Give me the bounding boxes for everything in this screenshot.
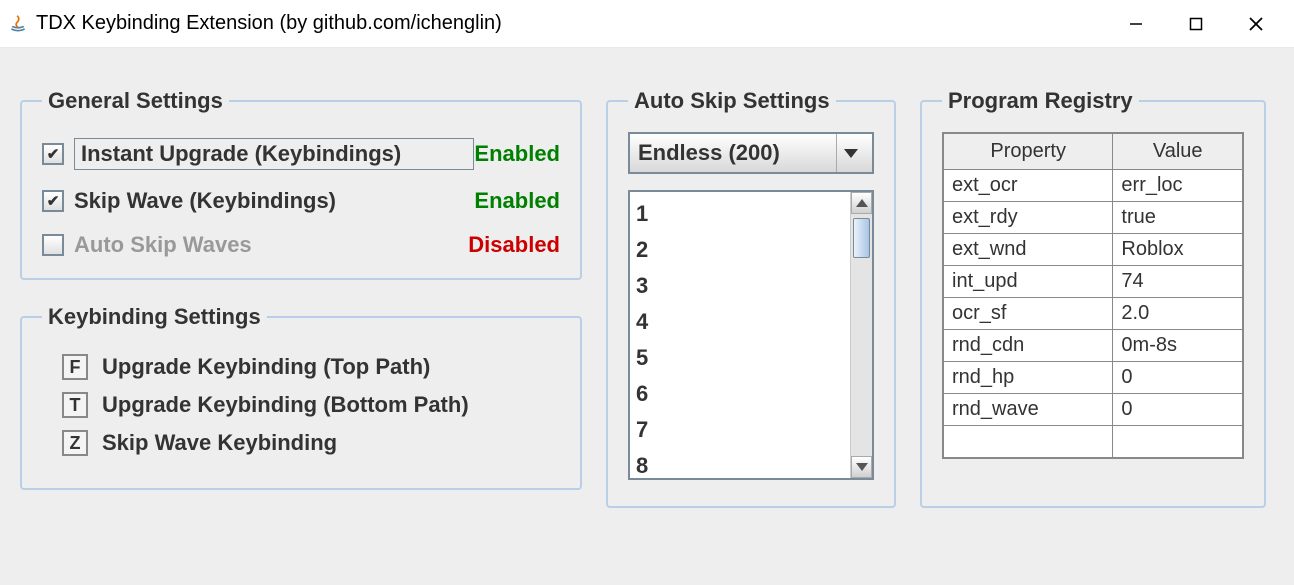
program-registry-group: Program Registry Property Value ext_ocre… [920,88,1266,508]
titlebar: TDX Keybinding Extension (by github.com/… [0,0,1294,48]
general-settings-legend: General Settings [42,88,229,114]
setting-skip-wave: Skip Wave (Keybindings) Enabled [42,188,560,214]
label-instant-upgrade[interactable]: Instant Upgrade (Keybindings) [74,138,474,170]
registry-table: Property Value ext_ocrerr_loc ext_rdytru… [942,132,1244,459]
dropdown-value: Endless (200) [638,140,836,166]
mode-dropdown[interactable]: Endless (200) [628,132,874,174]
auto-skip-legend: Auto Skip Settings [628,88,836,114]
col-property[interactable]: Property [943,133,1113,170]
status-skip-wave: Enabled [474,188,560,214]
java-icon [8,14,28,34]
scroll-track[interactable] [851,214,872,456]
scroll-up-button[interactable] [851,192,872,214]
setting-instant-upgrade: Instant Upgrade (Keybindings) Enabled [42,138,560,170]
keybinding-settings-group: Keybinding Settings F Upgrade Keybinding… [20,304,582,490]
list-item[interactable]: 6 [636,376,844,412]
scroll-thumb[interactable] [853,218,870,258]
list-item[interactable]: 5 [636,340,844,376]
checkbox-auto-skip[interactable] [42,234,64,256]
keybind-label-top: Upgrade Keybinding (Top Path) [102,354,430,380]
scrollbar[interactable] [850,192,872,478]
list-item[interactable]: 2 [636,232,844,268]
status-auto-skip: Disabled [468,232,560,258]
list-item[interactable]: 4 [636,304,844,340]
setting-auto-skip: Auto Skip Waves Disabled [42,232,560,258]
chevron-down-icon [836,134,864,172]
keybind-label-bottom: Upgrade Keybinding (Bottom Path) [102,392,469,418]
table-row[interactable]: int_upd74 [943,266,1243,298]
auto-skip-settings-group: Auto Skip Settings Endless (200) 1 2 3 4… [606,88,896,508]
key-bottom-path[interactable]: T [62,392,88,418]
keybind-top-path: F Upgrade Keybinding (Top Path) [42,354,560,380]
table-row[interactable]: rnd_hp0 [943,362,1243,394]
table-row[interactable]: ext_rdytrue [943,202,1243,234]
minimize-button[interactable] [1106,4,1166,44]
scroll-down-button[interactable] [851,456,872,478]
list-item[interactable]: 7 [636,412,844,448]
list-items: 1 2 3 4 5 6 7 8 [630,192,850,478]
table-row[interactable]: ext_ocrerr_loc [943,170,1243,202]
table-row[interactable]: rnd_cdn0m-8s [943,330,1243,362]
keybind-skip-wave: Z Skip Wave Keybinding [42,430,560,456]
general-settings-group: General Settings Instant Upgrade (Keybin… [20,88,582,280]
keybind-bottom-path: T Upgrade Keybinding (Bottom Path) [42,392,560,418]
list-item[interactable]: 8 [636,448,844,478]
key-top-path[interactable]: F [62,354,88,380]
table-row[interactable]: ocr_sf2.0 [943,298,1243,330]
col-value[interactable]: Value [1113,133,1243,170]
keybind-label-skip: Skip Wave Keybinding [102,430,337,456]
window-title: TDX Keybinding Extension (by github.com/… [36,12,1106,35]
table-row[interactable]: ext_wndRoblox [943,234,1243,266]
label-skip-wave[interactable]: Skip Wave (Keybindings) [74,188,474,214]
list-item[interactable]: 3 [636,268,844,304]
list-item[interactable]: 1 [636,196,844,232]
status-instant-upgrade: Enabled [474,141,560,167]
label-auto-skip[interactable]: Auto Skip Waves [74,232,468,258]
registry-legend: Program Registry [942,88,1139,114]
content-area: General Settings Instant Upgrade (Keybin… [0,48,1294,585]
checkbox-skip-wave[interactable] [42,190,64,212]
close-button[interactable] [1226,4,1286,44]
maximize-button[interactable] [1166,4,1226,44]
key-skip-wave[interactable]: Z [62,430,88,456]
window-controls [1106,4,1286,44]
table-row[interactable]: rnd_wave0 [943,394,1243,426]
checkbox-instant-upgrade[interactable] [42,143,64,165]
keybinding-settings-legend: Keybinding Settings [42,304,267,330]
wave-listbox[interactable]: 1 2 3 4 5 6 7 8 [628,190,874,480]
table-row-empty [943,426,1243,458]
